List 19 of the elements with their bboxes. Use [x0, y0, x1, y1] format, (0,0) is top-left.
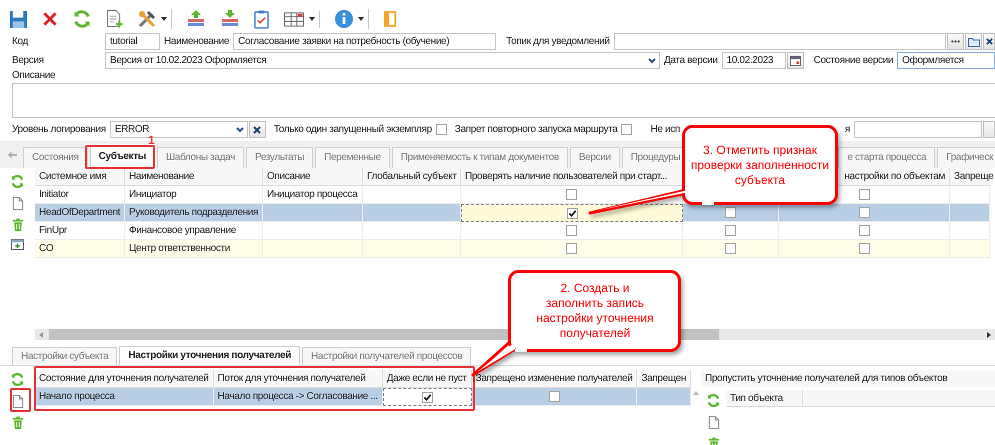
option-label: Только один запущенный экземпляр — [272, 124, 433, 135]
table-cell: Центр ответственности — [125, 240, 263, 258]
option-label: Запрет повторного запуска маршрута — [454, 124, 619, 135]
field-label: Уровень логирования — [12, 124, 107, 135]
field-label: Наименование — [163, 36, 230, 47]
field-label: Версия — [12, 55, 45, 66]
option-label: я — [844, 124, 851, 135]
panel-title: Пропустить уточнение получателей для типов объектов — [701, 370, 995, 387]
table-cell: CO — [35, 240, 125, 258]
field-label: Код — [12, 36, 30, 47]
field-label: Состояние версии — [812, 55, 894, 66]
field-label: Дата версии — [663, 55, 719, 66]
field-label: Описание — [12, 70, 56, 82]
table-cell: Начало процесса — [35, 388, 214, 406]
field-label: Топик для уведомлений — [505, 36, 611, 47]
table-cell: Руководитель подразделения — [125, 204, 263, 222]
table-cell: HeadOfDepartment — [35, 204, 125, 222]
option-label: Не исп — [649, 124, 681, 135]
table-cell: Начало процесса -> Согласование ... — [214, 388, 383, 406]
